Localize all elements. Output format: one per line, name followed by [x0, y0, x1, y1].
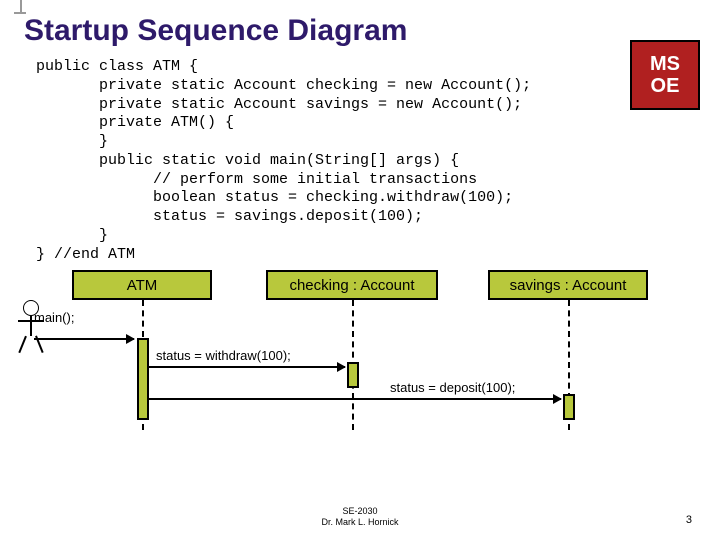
object-atm-header: ATM — [72, 270, 212, 300]
message-main-label: main(); — [34, 310, 74, 325]
activation-savings — [563, 394, 575, 420]
sequence-diagram: ATM checking : Account savings : Account… — [0, 270, 720, 450]
footer-course: SE-2030 — [0, 506, 720, 517]
slide-title: Startup Sequence Diagram — [0, 0, 720, 54]
message-withdraw-arrow — [149, 366, 345, 368]
object-savings-label: savings : Account — [510, 277, 627, 294]
code-block: public class ATM { private static Accoun… — [0, 54, 720, 264]
activation-atm — [137, 338, 149, 420]
object-atm-label: ATM — [127, 277, 158, 294]
activation-checking — [347, 362, 359, 388]
message-deposit-label: status = deposit(100); — [390, 380, 515, 395]
object-savings-header: savings : Account — [488, 270, 648, 300]
message-main-arrow — [34, 338, 134, 340]
actor-stickfigure — [14, 300, 48, 356]
slide-footer: SE-2030 Dr. Mark L. Hornick — [0, 506, 720, 528]
object-checking-header: checking : Account — [266, 270, 438, 300]
page-number: 3 — [686, 514, 692, 526]
message-deposit-arrow — [149, 398, 561, 400]
logo-text: MSOE — [650, 53, 680, 97]
footer-author: Dr. Mark L. Hornick — [0, 517, 720, 528]
object-checking-label: checking : Account — [289, 277, 414, 294]
message-withdraw-label: status = withdraw(100); — [156, 348, 291, 363]
msoe-logo: MSOE — [630, 40, 700, 110]
